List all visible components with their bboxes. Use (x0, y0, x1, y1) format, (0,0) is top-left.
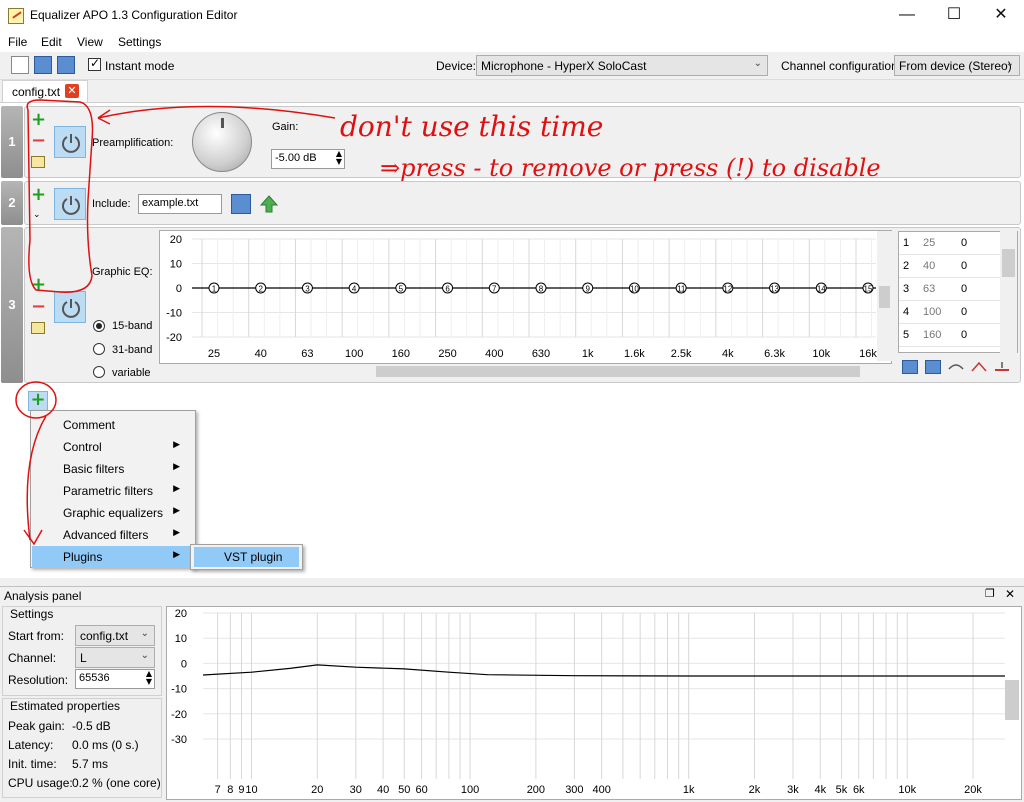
chevron-down-icon: ⌄ (140, 650, 149, 661)
start-from-select[interactable]: config.txt ⌄ (75, 625, 155, 646)
init-time-label: Init. time: (8, 757, 57, 771)
analysis-y-tick: -30 (171, 734, 187, 746)
estimated-title: Estimated properties (8, 699, 123, 713)
window-title: Equalizer APO 1.3 Configuration Editor (30, 8, 238, 22)
analysis-panel-title: Analysis panel (4, 589, 82, 603)
analysis-x-tick: 1k (683, 784, 695, 796)
analysis-x-tick: 4k (814, 784, 826, 796)
device-select-value: Microphone - HyperX SoloCast (481, 59, 647, 73)
analysis-x-tick: 100 (461, 784, 479, 796)
close-window-icon[interactable]: ✕ (978, 0, 1024, 30)
resolution-label: Resolution: (8, 673, 69, 687)
chevron-down-icon: ⌄ (753, 58, 762, 69)
analysis-x-tick: 2k (749, 784, 761, 796)
analysis-x-tick: 20k (964, 784, 982, 796)
settings-title: Settings (8, 607, 56, 621)
latency-label: Latency: (8, 738, 54, 752)
analysis-y-tick: -10 (171, 684, 187, 696)
cpu-usage-label: CPU usage: (8, 776, 73, 790)
analysis-x-tick: 7 (215, 784, 221, 796)
annotation-outline (26, 99, 94, 293)
analysis-x-tick: 20 (311, 784, 323, 796)
channel-label: Channel: (8, 651, 57, 665)
maximize-icon[interactable]: ☐ (931, 0, 977, 30)
analysis-y-tick: 10 (175, 633, 187, 645)
instant-mode-label: Instant mode (105, 59, 175, 73)
float-panel-icon[interactable]: ❐ (985, 587, 995, 600)
minimize-icon[interactable]: — (884, 0, 930, 30)
analysis-vscroll-thumb[interactable] (1005, 680, 1019, 720)
save-as-icon[interactable] (57, 56, 75, 74)
init-time-value: 5.7 ms (72, 757, 109, 771)
analysis-x-tick: 8 (227, 784, 233, 796)
menu-file[interactable]: File (8, 35, 27, 49)
analysis-x-tick: 9 (238, 784, 244, 796)
analysis-x-tick: 5k (836, 784, 848, 796)
analysis-y-tick: 0 (181, 658, 187, 670)
analysis-y-tick: 20 (175, 608, 187, 620)
annotation-arrow-down-head (23, 529, 43, 546)
channel-config-value: From device (Stereo) (899, 59, 1012, 73)
channel-select[interactable]: L ⌄ (75, 647, 155, 668)
analysis-graph-svg: 20100-10-20-307 8 9 10 20 30 40 50 60 100 200 300 40… (171, 608, 1005, 796)
resolution-spinbox[interactable]: 65536 ▲ ▼ (75, 669, 155, 689)
analysis-x-tick: 60 (415, 784, 427, 796)
instant-mode-checkbox[interactable] (88, 56, 101, 71)
peak-gain-label: Peak gain: (8, 719, 65, 733)
analysis-graph[interactable]: 20 10 0 -10 -20 -30 7 8 9 10 20 30 40 50 60 100 200 300 40… (166, 606, 1022, 800)
channel-config-select[interactable]: From device (Stereo) ⌄ (894, 55, 1020, 76)
channel-config-label: Channel configuration: (781, 59, 902, 73)
new-file-icon[interactable] (11, 56, 29, 74)
start-from-value: config.txt (80, 629, 129, 643)
annotation-text-2: ⇒press - to remove or press (!) to disab… (380, 154, 881, 182)
analysis-x-tick: 6k (853, 784, 865, 796)
menu-view[interactable]: View (77, 35, 103, 49)
device-label: Device: (436, 59, 477, 73)
menu-settings[interactable]: Settings (118, 35, 161, 49)
annotation-arrow (97, 105, 336, 119)
annotation-circle (15, 381, 57, 419)
device-select[interactable]: Microphone - HyperX SoloCast ⌄ (476, 55, 768, 76)
analysis-x-tick: 400 (593, 784, 611, 796)
channel-value: L (80, 651, 87, 665)
start-from-label: Start from: (8, 629, 65, 643)
analysis-x-tick: 40 (377, 784, 389, 796)
close-panel-icon[interactable]: ✕ (1005, 587, 1015, 601)
analysis-x-tick: 10k (898, 784, 916, 796)
app-icon (8, 8, 24, 24)
analysis-x-tick: 3k (787, 784, 799, 796)
analysis-response-curve (202, 664, 1005, 677)
chevron-down-icon: ⌄ (140, 628, 149, 639)
analysis-y-tick: -20 (171, 709, 187, 721)
cpu-usage-value: 0.2 % (one core) (72, 776, 161, 790)
peak-gain-value: -0.5 dB (72, 719, 111, 733)
analysis-x-tick: 30 (350, 784, 362, 796)
resolution-value: 65536 (79, 672, 110, 684)
menu-edit[interactable]: Edit (41, 35, 62, 49)
spinner-icon[interactable]: ▲ ▼ (146, 670, 152, 686)
annotation-overlay (15, 99, 336, 546)
analysis-x-tick: 300 (565, 784, 583, 796)
latency-value: 0.0 ms (0 s.) (72, 738, 139, 752)
annotation-arrow-down (26, 415, 47, 541)
annotation-text-1: don't use this time (340, 110, 604, 143)
save-icon[interactable] (34, 56, 52, 74)
analysis-x-tick: 10 (245, 784, 257, 796)
chevron-down-icon: ⌄ (1005, 58, 1014, 69)
analysis-x-tick: 50 (398, 784, 410, 796)
analysis-x-tick: 200 (527, 784, 545, 796)
